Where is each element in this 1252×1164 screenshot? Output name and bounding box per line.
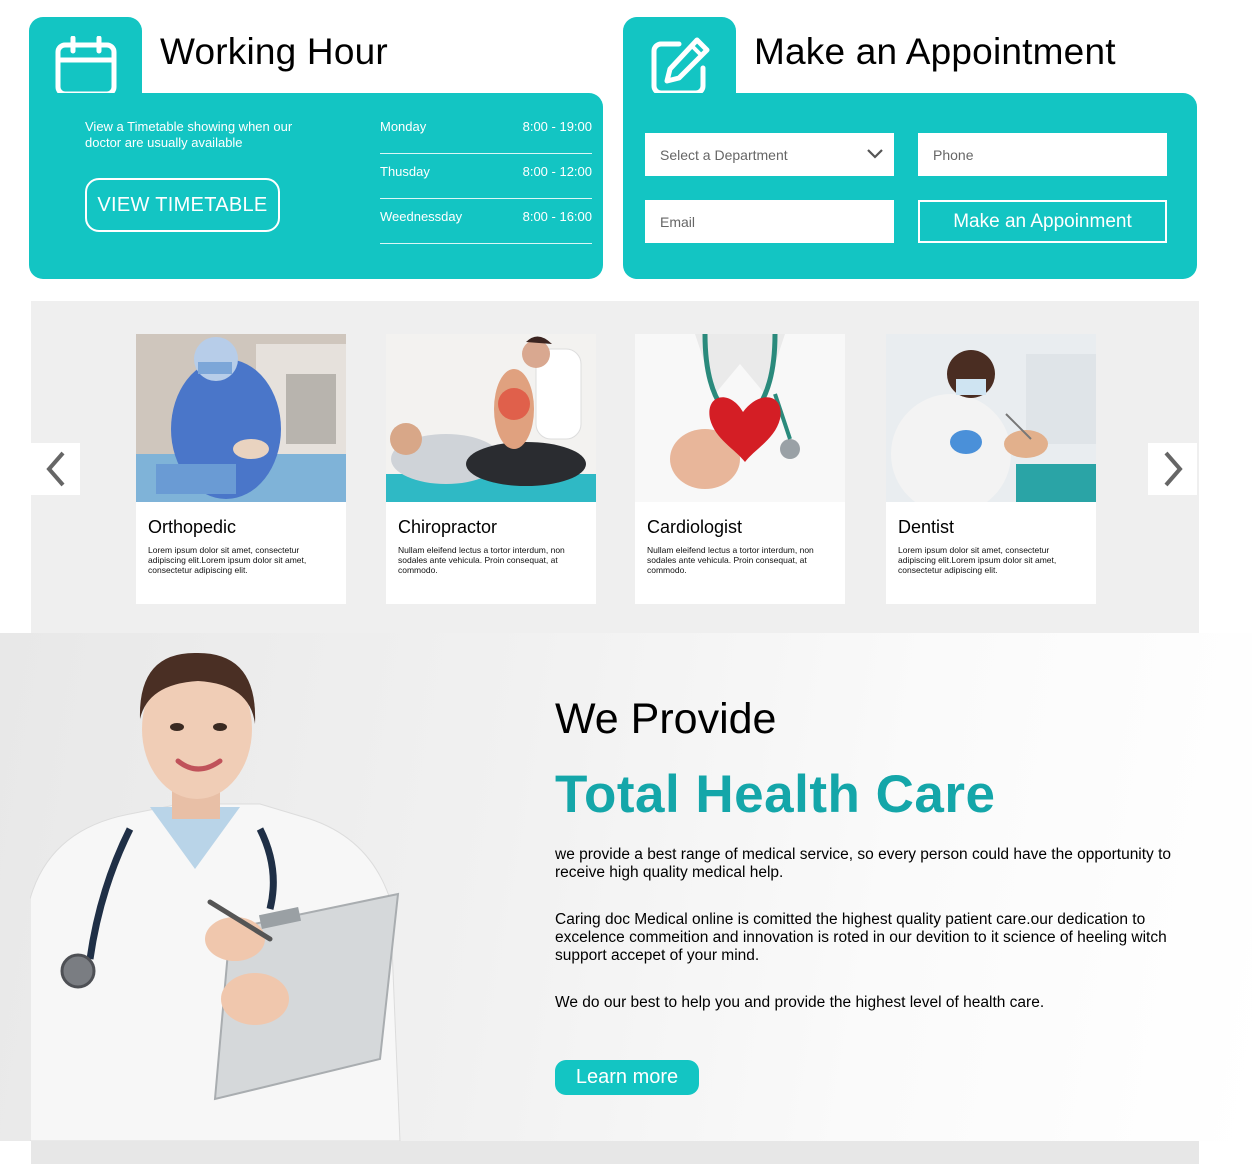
hero-paragraph: we provide a best range of medical servi…	[555, 846, 1172, 881]
hours-time: 8:00 - 12:00	[522, 164, 592, 179]
hero-paragraph: We do our best to help you and provide t…	[555, 994, 1045, 1011]
working-hour-body: View a Timetable showing when our doctor…	[29, 93, 603, 279]
chevron-right-icon	[1163, 451, 1183, 487]
hero-paragraph: Caring doc Medical online is comitted th…	[555, 911, 1167, 964]
phone-field[interactable]: Phone	[918, 133, 1167, 176]
chevron-down-icon	[867, 149, 883, 159]
department-name: Cardiologist	[647, 517, 743, 537]
hours-row: Weednessday 8:00 - 16:00	[380, 199, 592, 244]
department-card-orthopedic[interactable]: Orthopedic Lorem ipsum dolor sit amet, c…	[136, 334, 346, 604]
calendar-icon	[55, 36, 116, 97]
bottom-divider	[31, 1141, 1199, 1164]
edit-icon	[651, 37, 709, 96]
hero-section: We Provide Total Health Care we provide …	[0, 633, 1252, 1141]
phone-placeholder: Phone	[933, 146, 974, 163]
department-select-value: Select a Department	[660, 146, 788, 163]
hours-time: 8:00 - 16:00	[522, 209, 592, 224]
carousel-prev-button[interactable]	[31, 443, 80, 495]
timetable-description: View a Timetable showing when our doctor…	[85, 119, 293, 150]
orthopedic-image	[136, 334, 346, 502]
view-timetable-button[interactable]: VIEW TIMETABLE	[85, 178, 280, 232]
appointment-body: Select a Department Phone Email Make an …	[623, 93, 1197, 279]
hours-day: Monday	[380, 119, 427, 134]
department-card-dentist[interactable]: Dentist Lorem ipsum dolor sit amet, cons…	[886, 334, 1096, 604]
working-hour-card: Working Hour View a Timetable showing wh…	[29, 17, 603, 279]
department-select[interactable]: Select a Department	[645, 133, 894, 176]
department-description: Lorem ipsum dolor sit amet, consectetur …	[148, 545, 307, 575]
learn-more-button[interactable]: Learn more	[555, 1060, 699, 1095]
department-name: Orthopedic	[148, 517, 237, 537]
department-card-cardiologist[interactable]: Cardiologist Nullam eleifend lectus a to…	[635, 334, 845, 604]
carousel-next-button[interactable]	[1148, 443, 1197, 495]
department-name: Chiropractor	[398, 517, 498, 537]
hours-list: Monday 8:00 - 19:00 Thusday 8:00 - 12:00…	[380, 109, 592, 244]
cardiologist-image	[635, 334, 845, 502]
chevron-left-icon	[45, 451, 65, 487]
appointment-title: Make an Appointment	[754, 31, 1116, 72]
hero-subtitle: We Provide	[555, 695, 777, 743]
departments-carousel: Orthopedic Lorem ipsum dolor sit amet, c…	[31, 301, 1199, 633]
make-appointment-button[interactable]: Make an Appoinment	[918, 200, 1167, 243]
hours-row: Monday 8:00 - 19:00	[380, 109, 592, 154]
appointment-card: Make an Appointment Select a Department …	[623, 17, 1197, 279]
hero-title: Total Health Care	[555, 765, 996, 824]
department-description: Lorem ipsum dolor sit amet, consectetur …	[898, 545, 1057, 575]
hours-day: Thusday	[380, 164, 430, 179]
department-description: Nullam eleifend lectus a tortor interdum…	[398, 545, 565, 575]
email-placeholder: Email	[660, 213, 696, 230]
dentist-image	[886, 334, 1096, 502]
email-field[interactable]: Email	[645, 200, 894, 243]
hours-time: 8:00 - 19:00	[522, 119, 592, 134]
department-description: Nullam eleifend lectus a tortor interdum…	[647, 545, 814, 575]
hours-row: Thusday 8:00 - 12:00	[380, 154, 592, 199]
chiropractor-image	[386, 334, 596, 502]
department-name: Dentist	[898, 517, 955, 537]
working-hour-title: Working Hour	[160, 31, 388, 72]
page: Working Hour View a Timetable showing wh…	[0, 0, 1252, 1164]
department-card-chiropractor[interactable]: Chiropractor Nullam eleifend lectus a to…	[386, 334, 596, 604]
doctor-image	[29, 639, 410, 1141]
hours-day: Weednessday	[380, 209, 463, 224]
